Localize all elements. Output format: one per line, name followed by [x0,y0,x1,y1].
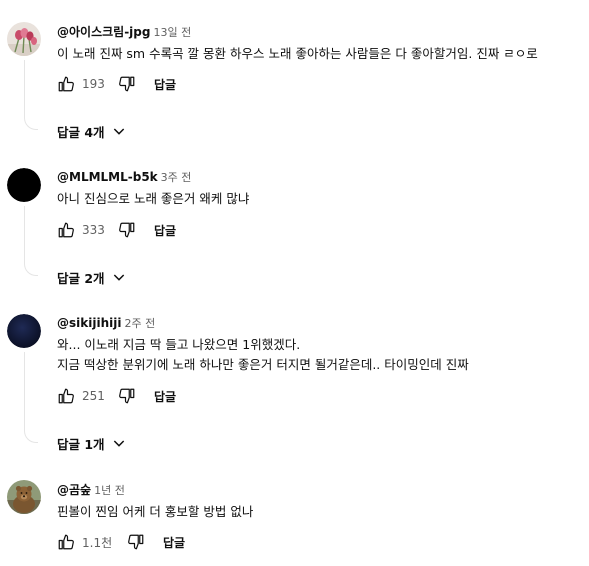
author-name[interactable]: @아이스크림-jpg [57,25,150,39]
author-name[interactable]: @sikijihiji [57,316,121,330]
comment-text-line-1: 와... 이노래 지금 딱 들고 나왔으면 1위했겠다. [57,337,301,352]
thumbs-down-icon[interactable] [118,75,136,93]
comment-header: @MLMLML-b5k 3주 전 [57,169,191,186]
comment-text: 핀볼이 찐임 어케 더 홍보할 방법 없나 [57,504,254,519]
comment-text-line-2: 지금 떡상한 분위기에 노래 하나만 좋은거 터지면 될거같은데.. 타이밍인데… [57,357,469,372]
thread-line [24,60,25,116]
avatar-navy-icon[interactable] [7,314,41,348]
thumbs-up-icon[interactable] [57,75,75,93]
reply-button[interactable]: 답글 [154,388,176,405]
view-replies-button[interactable]: 답글 2개 [57,267,127,287]
comment-actions: 1.1천 답글 [57,532,185,552]
comment-time[interactable]: 13일 전 [153,26,191,39]
comment-time[interactable]: 2주 전 [124,317,155,330]
author-name[interactable]: @곰숲 [57,483,91,497]
comment-header: @곰숲 1년 전 [57,482,125,499]
thread-line [24,206,25,262]
replies-label: 답글 1개 [57,436,105,452]
like-count: 333 [82,223,105,237]
reply-button[interactable]: 답글 [163,534,185,551]
comment-actions: 193 답글 [57,74,176,94]
replies-label: 답글 2개 [57,270,105,286]
view-replies-button[interactable]: 답글 4개 [57,121,127,141]
chevron-down-icon [111,269,127,285]
thumbs-up-icon[interactable] [57,387,75,405]
avatar-black-icon[interactable] [7,168,41,202]
chevron-down-icon [111,123,127,139]
comment-text: 아니 진심으로 노래 좋은거 왜케 많냐 [57,191,250,206]
author-name[interactable]: @MLMLML-b5k [57,170,158,184]
thread-connector [24,116,38,130]
thread-line [24,352,25,429]
comment-header: @아이스크림-jpg 13일 전 [57,24,191,41]
like-count: 1.1천 [82,535,113,550]
comment-actions: 333 답글 [57,220,176,240]
thumbs-down-icon[interactable] [118,387,136,405]
comment-text: 이 노래 진짜 sm 수록곡 깔 몽환 하우스 노래 좋아하는 사람들은 다 좋… [57,46,538,61]
avatar-tulip-icon[interactable] [7,22,41,56]
thread-connector [24,429,38,443]
like-count: 251 [82,389,105,403]
thumbs-up-icon[interactable] [57,533,75,551]
view-replies-button[interactable]: 답글 1개 [57,433,127,453]
avatar-bear-icon[interactable] [7,480,41,514]
chevron-down-icon [111,435,127,451]
like-count: 193 [82,77,105,91]
thumbs-down-icon[interactable] [127,533,145,551]
reply-button[interactable]: 답글 [154,76,176,93]
reply-button[interactable]: 답글 [154,222,176,239]
comment-actions: 251 답글 [57,386,176,406]
thumbs-up-icon[interactable] [57,221,75,239]
comment-header: @sikijihiji 2주 전 [57,315,155,332]
replies-label: 답글 4개 [57,124,105,140]
comment-time[interactable]: 3주 전 [161,171,192,184]
thread-connector [24,262,38,276]
comment-time[interactable]: 1년 전 [94,484,125,497]
thumbs-down-icon[interactable] [118,221,136,239]
